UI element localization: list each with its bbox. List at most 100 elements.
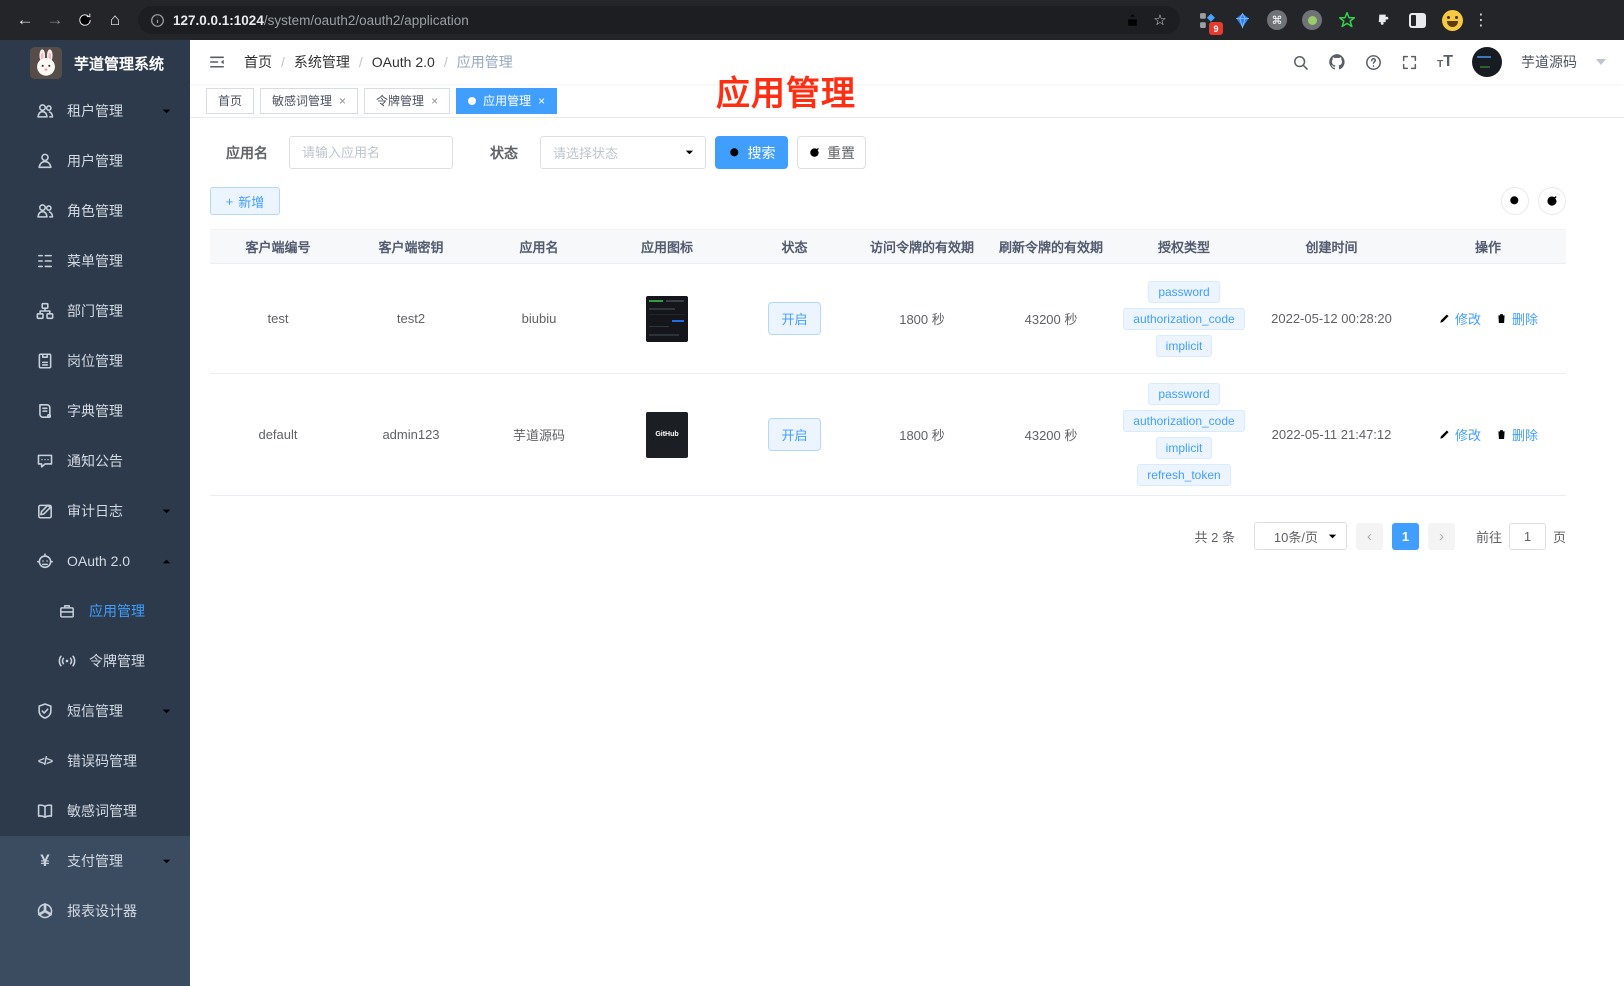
ext-emoji-avatar-icon[interactable] — [1441, 9, 1463, 31]
breadcrumb-system[interactable]: 系统管理 — [294, 52, 350, 72]
book-icon — [36, 402, 54, 420]
bookmark-star-icon[interactable]: ☆ — [1146, 6, 1174, 34]
tab-sensitive-words[interactable]: 敏感词管理 × — [260, 87, 359, 114]
sidebar-item-user[interactable]: 用户管理 — [0, 136, 190, 186]
page-number-current[interactable]: 1 — [1391, 522, 1419, 550]
sidebar-item-oauth[interactable]: OAuth 2.0 — [0, 536, 190, 586]
chat-bubble-icon — [36, 452, 54, 470]
ext-gem-icon[interactable] — [1231, 9, 1253, 31]
sidebar-item-audit[interactable]: 审计日志 — [0, 486, 190, 536]
tab-application[interactable]: 应用管理 × — [456, 87, 558, 114]
search-icon — [729, 147, 740, 158]
fullscreen-icon[interactable] — [1401, 54, 1418, 71]
status-label: 状态 — [490, 144, 518, 161]
sidebar-item-sensitive-words[interactable]: 敏感词管理 — [0, 786, 190, 836]
breadcrumb-current: 应用管理 — [456, 54, 513, 70]
help-icon[interactable] — [1365, 54, 1382, 71]
grant-type-tag: implicit — [1155, 437, 1213, 459]
ext-badge: 9 — [1209, 22, 1223, 35]
delete-button[interactable]: 删除 — [1495, 425, 1538, 444]
forward-icon[interactable]: → — [40, 5, 70, 35]
ext-command-icon[interactable]: ⌘ — [1266, 9, 1288, 31]
yen-icon: ¥ — [40, 851, 50, 870]
ext-split-view-icon[interactable] — [1406, 9, 1428, 31]
menu-tree-icon — [36, 252, 54, 270]
ext-recorder-icon[interactable] — [1301, 9, 1323, 31]
sidebar-item-menu[interactable]: 菜单管理 — [0, 236, 190, 286]
avatar[interactable] — [1472, 47, 1502, 77]
sidebar-item-dept[interactable]: 部门管理 — [0, 286, 190, 336]
app-name-input[interactable] — [289, 136, 453, 169]
cell-created-at: 2022-05-12 00:28:20 — [1253, 263, 1410, 374]
refresh-icon[interactable] — [70, 5, 100, 35]
tag-views-bar: 首页 敏感词管理 × 令牌管理 × 应用管理 × — [190, 84, 1624, 118]
sidebar-item-dict[interactable]: 字典管理 — [0, 386, 190, 436]
tab-home[interactable]: 首页 — [206, 87, 255, 114]
active-dot — [468, 96, 477, 105]
sidebar: 芋道管理系统 租户管理 用户管理 角色管理 菜单管理 部门管理 岗位管理 字典管… — [0, 40, 190, 986]
ext-puzzle-icon[interactable] — [1371, 9, 1393, 31]
sidebar-item-oauth-application[interactable]: 应用管理 — [0, 586, 190, 636]
next-page-button[interactable]: › — [1427, 522, 1455, 550]
filter-form: 应用名 状态 请选择状态 搜索 重置 — [226, 136, 1566, 169]
chevron-down-icon — [161, 106, 172, 117]
edit-button[interactable]: 修改 — [1438, 425, 1481, 444]
org-chart-icon — [36, 302, 54, 320]
cell-client-id: test — [210, 263, 346, 374]
browser-menu-kebab-icon[interactable]: ⋮ — [1473, 10, 1489, 30]
add-button[interactable]: + 新增 — [210, 187, 280, 215]
col-refresh-token-validity: 刷新令牌的有效期 — [987, 229, 1115, 264]
reset-button[interactable]: 重置 — [797, 136, 866, 169]
close-icon[interactable]: × — [538, 94, 545, 108]
back-icon[interactable]: ← — [10, 5, 40, 35]
chevron-down-icon[interactable] — [1596, 59, 1606, 65]
sidebar-item-sms[interactable]: 短信管理 — [0, 686, 190, 736]
sidebar-item-notice[interactable]: 通知公告 — [0, 436, 190, 486]
breadcrumb-home[interactable]: 首页 — [244, 52, 272, 72]
app-name-label: 应用名 — [226, 144, 268, 161]
sidebar-item-errorcode[interactable]: </> 错误码管理 — [0, 736, 190, 786]
sidebar-item-tenant[interactable]: 租户管理 — [0, 86, 190, 136]
report-icon — [36, 902, 54, 920]
search-button[interactable]: 搜索 — [715, 136, 788, 169]
github-icon[interactable] — [1328, 53, 1346, 71]
share-icon[interactable] — [1118, 6, 1146, 34]
sidebar-item-post[interactable]: 岗位管理 — [0, 336, 190, 386]
toggle-search-icon[interactable] — [1501, 187, 1529, 215]
status-badge[interactable]: 开启 — [768, 418, 821, 451]
collapse-sidebar-icon[interactable] — [208, 53, 226, 71]
home-icon[interactable]: ⌂ — [100, 5, 130, 35]
page-size-select[interactable]: 10条/页 — [1253, 522, 1347, 550]
url-bar[interactable]: 127.0.0.1:1024/system/oauth2/oauth2/appl… — [138, 6, 1180, 34]
status-select[interactable]: 请选择状态 — [540, 136, 706, 169]
app-logo-row[interactable]: 芋道管理系统 — [0, 40, 190, 86]
status-badge[interactable]: 开启 — [768, 302, 821, 335]
refresh-table-icon[interactable] — [1538, 187, 1566, 215]
goto-label: 前往 — [1475, 529, 1502, 545]
user-name[interactable]: 芋道源码 — [1521, 52, 1577, 72]
table-row: default admin123 芋道源码 GitHub 开启 1800 秒 4… — [210, 373, 1566, 496]
sidebar-item-oauth-token[interactable]: 令牌管理 — [0, 636, 190, 686]
url-host: 127.0.0.1:1024 — [173, 12, 264, 28]
sidebar-item-pay[interactable]: ¥ 支付管理 — [0, 836, 190, 886]
trash-icon — [1497, 314, 1506, 324]
tab-token[interactable]: 令牌管理 × — [364, 87, 451, 114]
close-icon[interactable]: × — [339, 94, 346, 108]
cell-access-validity: 1800 秒 — [857, 263, 987, 374]
edit-button[interactable]: 修改 — [1438, 309, 1481, 328]
prev-page-button[interactable]: ‹ — [1355, 522, 1383, 550]
font-size-icon[interactable]: TT — [1437, 54, 1453, 71]
close-icon[interactable]: × — [431, 94, 438, 108]
cell-app-name: biubiu — [476, 263, 602, 374]
sidebar-item-report-designer[interactable]: 报表设计器 — [0, 886, 190, 936]
breadcrumb-oauth[interactable]: OAuth 2.0 — [372, 54, 435, 70]
goto-page-input[interactable] — [1508, 522, 1546, 550]
delete-button[interactable]: 删除 — [1495, 309, 1538, 328]
ext-tabs-icon[interactable]: 9 — [1196, 9, 1223, 35]
ext-star-icon[interactable] — [1336, 9, 1358, 31]
open-book-icon — [36, 802, 54, 820]
col-client-secret: 客户端密钥 — [346, 229, 476, 264]
search-icon[interactable] — [1292, 54, 1309, 71]
sidebar-item-role[interactable]: 角色管理 — [0, 186, 190, 236]
edit-icon — [1440, 430, 1449, 439]
